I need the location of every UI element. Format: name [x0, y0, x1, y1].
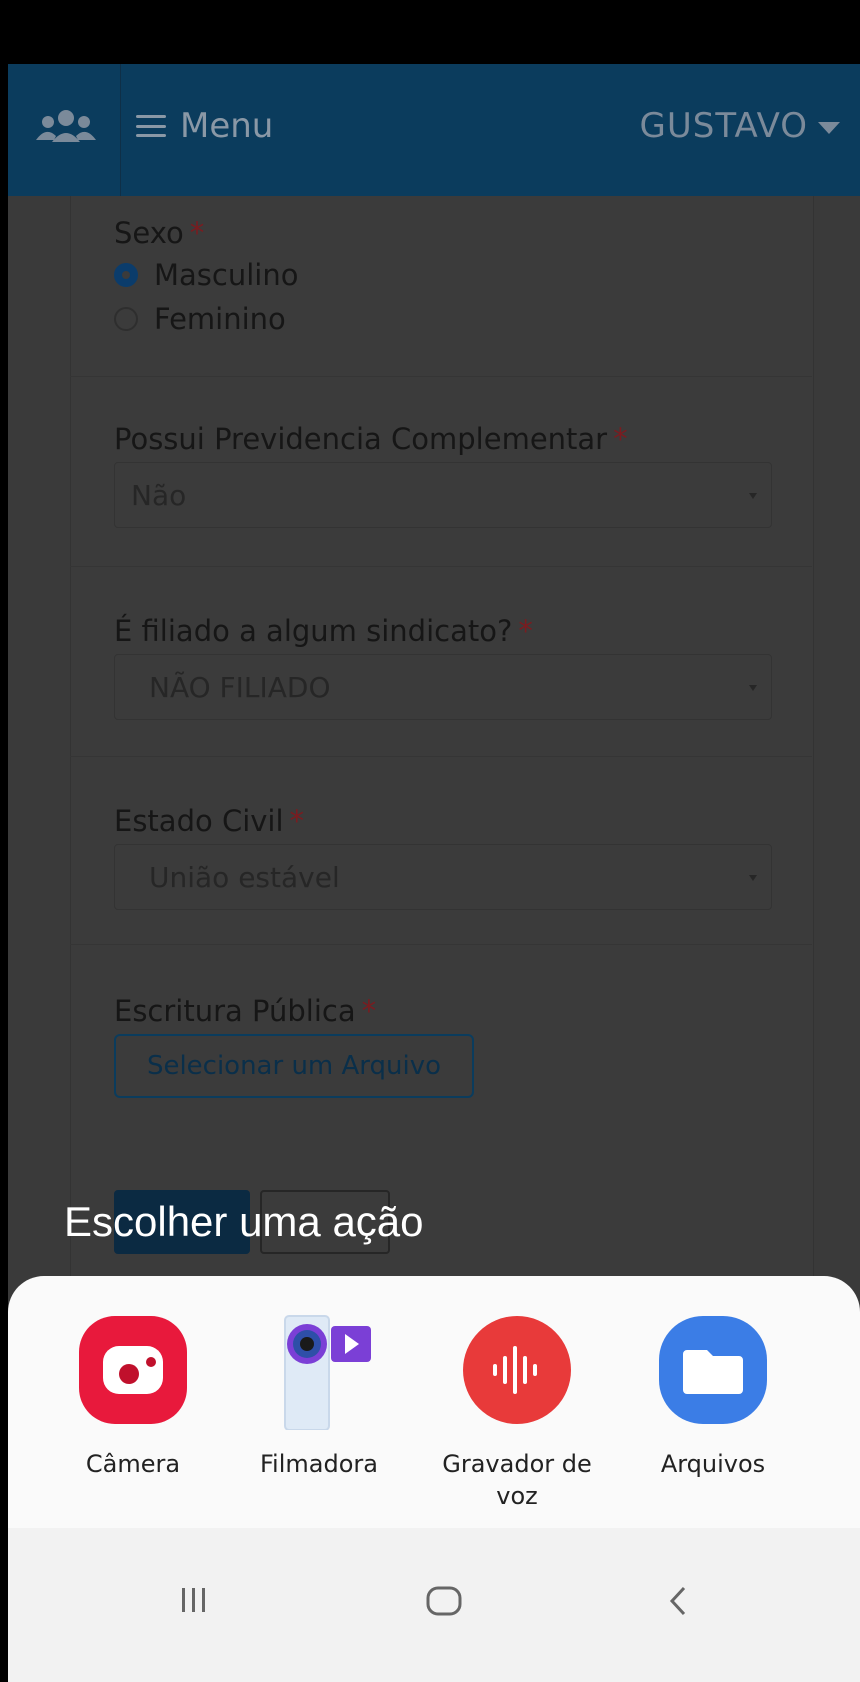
app-camera-label: Câmera — [85, 1450, 181, 1478]
estado-civil-value: União estável — [149, 860, 340, 894]
video-camera-icon — [265, 1315, 373, 1431]
radio-feminino[interactable]: Feminino — [114, 302, 286, 336]
app-voice-recorder[interactable]: Gravador de voz — [432, 1316, 602, 1512]
radio-unchecked-icon — [114, 307, 138, 331]
user-name: GUSTAVO — [639, 106, 808, 146]
sindicato-select[interactable]: NÃO FILIADO — [114, 654, 772, 720]
back-icon[interactable] — [668, 1586, 688, 1620]
divider — [70, 566, 812, 567]
divider — [70, 376, 812, 377]
camera-icon — [79, 1316, 187, 1424]
menu-button[interactable]: Menu — [136, 106, 273, 146]
voice-recorder-icon — [463, 1316, 571, 1424]
estado-civil-label: Estado Civil * — [114, 804, 305, 838]
app-camera[interactable]: Câmera — [48, 1316, 218, 1480]
divider — [70, 944, 812, 945]
hamburger-icon — [136, 115, 166, 137]
app-files[interactable]: Arquivos — [628, 1316, 798, 1480]
radio-feminino-label: Feminino — [154, 302, 286, 336]
app-video-label: Filmadora — [260, 1450, 378, 1478]
select-file-button[interactable]: Selecionar um Arquivo — [114, 1034, 474, 1098]
menu-label: Menu — [180, 106, 274, 146]
select-arrow-icon — [749, 493, 757, 499]
previdencia-select[interactable]: Não — [114, 462, 772, 528]
select-arrow-icon — [749, 685, 757, 691]
app-files-label: Arquivos — [660, 1450, 766, 1478]
header-divider — [120, 64, 121, 196]
estado-civil-select[interactable]: União estável — [114, 844, 772, 910]
user-menu[interactable]: GUSTAVO — [640, 106, 840, 146]
system-nav-bar — [8, 1528, 860, 1682]
users-icon[interactable] — [36, 108, 96, 148]
select-arrow-icon — [749, 875, 757, 881]
folder-icon — [659, 1316, 767, 1424]
radio-checked-icon — [114, 263, 138, 287]
radio-masculino-label: Masculino — [154, 258, 299, 292]
home-icon[interactable] — [426, 1586, 462, 1620]
sexo-label: Sexo * — [114, 216, 205, 250]
sindicato-label: É filiado a algum sindicato? * — [114, 614, 533, 648]
previdencia-value: Não — [131, 478, 187, 512]
previdencia-label: Possui Previdencia Complementar * — [114, 422, 628, 456]
divider — [70, 756, 812, 757]
status-bar-fill — [8, 0, 860, 64]
screen: Menu GUSTAVO Sexo * Masculino Feminino Po… — [8, 0, 860, 1682]
chooser-title: Escolher uma ação — [64, 1198, 424, 1245]
app-header: Menu GUSTAVO — [8, 64, 860, 196]
escritura-label: Escritura Pública * — [114, 994, 377, 1028]
action-sheet: Câmera Filmadora Gravador de voz Arquivo… — [8, 1276, 860, 1528]
radio-masculino[interactable]: Masculino — [114, 258, 298, 292]
app-voice-recorder-label: Gravador de voz — [442, 1450, 592, 1510]
caret-down-icon — [818, 122, 840, 134]
recent-apps-icon[interactable] — [178, 1586, 210, 1618]
app-video[interactable]: Filmadora — [234, 1315, 404, 1480]
sindicato-value: NÃO FILIADO — [149, 670, 331, 704]
